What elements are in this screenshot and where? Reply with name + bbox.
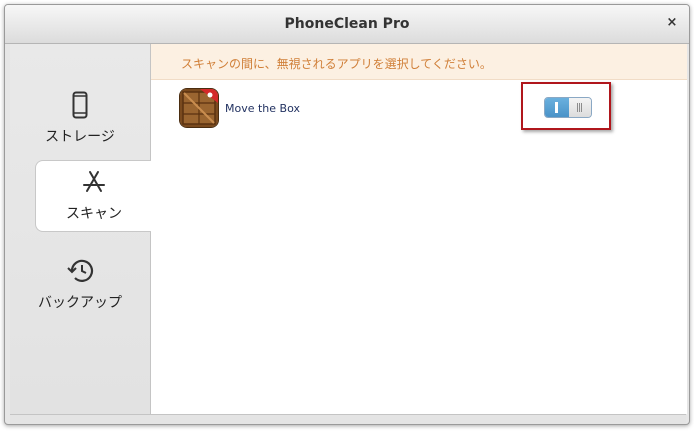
sidebar-item-storage[interactable]: ストレージ <box>10 84 150 154</box>
sidebar-item-scan[interactable]: スキャン <box>35 160 152 232</box>
sidebar-item-backup[interactable]: バックアップ <box>10 250 150 320</box>
phone-icon <box>10 90 150 120</box>
sidebar-item-label: バックアップ <box>38 295 122 311</box>
main-content: スキャンの間に、無視されるアプリを選択してください。 Move the Box <box>151 44 687 414</box>
sidebar: ストレージ スキャン バックアップ <box>10 44 152 414</box>
toggle-on-indicator <box>555 102 558 113</box>
notice-text: スキャンの間に、無視されるアプリを選択してください。 <box>181 57 492 71</box>
toggle-handle <box>569 98 591 117</box>
grip-line <box>579 103 580 112</box>
close-button[interactable]: × <box>665 16 679 30</box>
history-icon <box>10 256 150 286</box>
toggle-on-segment <box>545 98 569 117</box>
ignore-app-toggle[interactable] <box>544 97 592 118</box>
move-the-box-app-icon <box>180 89 218 127</box>
sidebar-item-label: ストレージ <box>45 129 115 145</box>
app-name: Move the Box <box>225 102 300 115</box>
grip-line <box>577 103 578 112</box>
sidebar-item-label: スキャン <box>66 206 122 222</box>
app-store-icon <box>36 167 152 197</box>
app-window: PhoneClean Pro × ストレージ スキャン バックアップ スキャンの… <box>4 4 690 425</box>
grip-line <box>581 103 582 112</box>
notice-banner: スキャンの間に、無視されるアプリを選択してください。 <box>151 44 687 80</box>
status-bar <box>10 414 686 424</box>
title-bar: PhoneClean Pro × <box>5 5 689 44</box>
window-title: PhoneClean Pro <box>284 16 410 32</box>
app-list-item: Move the Box <box>151 80 687 132</box>
